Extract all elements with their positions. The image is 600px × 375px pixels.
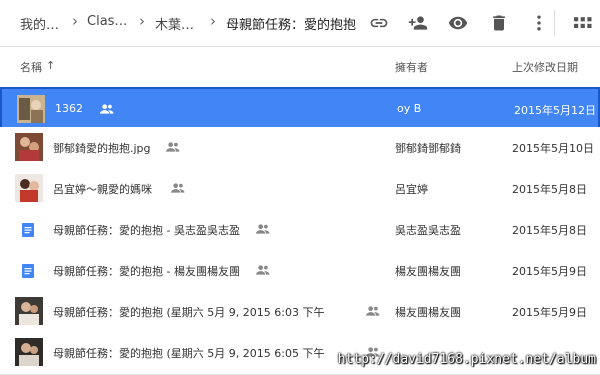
sort-arrow-icon[interactable]: ↑ — [46, 59, 55, 72]
shared-people-icon — [166, 142, 180, 152]
file-row[interactable]: 1362 oy B 2015年5月12日 — [0, 87, 600, 129]
shared-people-icon — [171, 183, 185, 193]
file-row[interactable]: 母親節任務：愛的抱抱 (星期六 5月 9, 2015 6:03 下午, GM… … — [0, 291, 600, 334]
file-row[interactable]: 呂宜婷～親愛的媽咪 呂宜婷 2015年5月8日 — [0, 168, 600, 211]
file-owner: 鄧郁錡鄧郁錡 — [395, 142, 461, 155]
toolbar: 我的… › Clas… › 木葉… › 母親節任務：愛的抱抱 — [0, 0, 600, 47]
file-modified-date: 2015年5月10日 — [512, 142, 594, 155]
file-name: 母親節任務：愛的抱抱 - 楊友團楊友團 — [53, 265, 240, 278]
file-row[interactable]: 母親節任務：愛的抱抱 - 楊友團楊友團 楊友團楊友團 2015年5月9日 — [0, 250, 600, 293]
shared-people-icon — [366, 306, 380, 316]
file-row[interactable]: 鄧郁錡愛的抱抱.jpg 鄧郁錡鄧郁錡 2015年5月10日 — [0, 127, 600, 170]
column-header-modified[interactable]: 上次修改日期 — [512, 59, 578, 75]
google-doc-icon — [22, 264, 34, 278]
breadcrumb-class[interactable]: Clas… — [87, 14, 127, 29]
shared-people-icon — [100, 104, 114, 114]
file-owner: oy B — [397, 102, 422, 115]
file-name: 鄧郁錡愛的抱抱.jpg — [53, 142, 151, 155]
file-owner: 吳志盈吳志盈 — [395, 224, 461, 237]
file-name: 母親節任務：愛的抱抱 (星期六 5月 9, 2015 6:03 下午, GM… — [53, 306, 325, 319]
breadcrumb-my-drive[interactable]: 我的… — [20, 14, 59, 33]
column-header-row: 名稱 ↑ 擁有者 上次修改日期 — [0, 46, 600, 89]
breadcrumb-separator-icon: › — [139, 12, 145, 30]
file-name: 1362 — [55, 102, 83, 115]
shared-people-icon — [256, 224, 270, 234]
file-row[interactable]: 母親節任務：愛的抱抱 - 吳志盈吳志盈 吳志盈吳志盈 2015年5月8日 — [0, 209, 600, 252]
file-owner: 楊友團楊友團 — [395, 265, 461, 278]
file-name: 母親節任務：愛的抱抱 (星期六 5月 9, 2015 6:05 下午, GM… — [53, 347, 325, 360]
file-name: 呂宜婷～親愛的媽咪 — [53, 183, 152, 196]
image-thumbnail — [17, 95, 45, 123]
image-thumbnail — [15, 174, 43, 202]
breadcrumb-separator-icon: › — [210, 12, 216, 30]
grid-view-icon[interactable] — [568, 13, 600, 33]
breadcrumb-current[interactable]: 母親節任務：愛的抱抱 — [226, 14, 356, 33]
google-doc-icon — [22, 223, 34, 237]
link-icon[interactable] — [368, 13, 390, 33]
column-header-name[interactable]: 名稱 — [20, 59, 42, 75]
file-modified-date: 2015年5月8日 — [512, 224, 587, 237]
image-thumbnail — [15, 133, 43, 161]
shared-people-icon — [256, 265, 270, 275]
file-modified-date: 2015年5月9日 — [512, 306, 587, 319]
file-owner: 楊友團楊友團 — [395, 306, 461, 319]
add-person-icon[interactable] — [407, 13, 429, 33]
delete-trash-icon[interactable] — [488, 13, 510, 33]
preview-eye-icon[interactable] — [447, 13, 469, 33]
file-modified-date: 2015年5月9日 — [512, 265, 587, 278]
file-owner: 呂宜婷 — [395, 183, 428, 196]
breadcrumb-folder[interactable]: 木葉… — [155, 14, 194, 33]
file-name: 母親節任務：愛的抱抱 - 吳志盈吳志盈 — [53, 224, 240, 237]
file-modified-date: 2015年5月8日 — [512, 183, 587, 196]
more-vert-icon[interactable] — [528, 13, 550, 33]
watermark-text: http://david7168.pixnet.net/album — [337, 352, 596, 367]
image-thumbnail — [15, 297, 43, 325]
image-thumbnail — [15, 338, 43, 366]
file-modified-date: 2015年5月12日 — [514, 104, 596, 117]
toolbar-divider — [554, 10, 555, 36]
column-header-owner: 擁有者 — [395, 61, 428, 74]
breadcrumb-separator-icon: › — [72, 12, 78, 30]
